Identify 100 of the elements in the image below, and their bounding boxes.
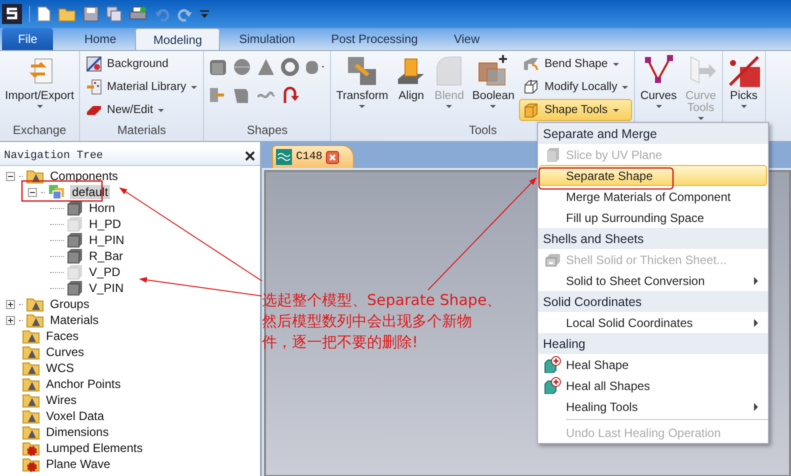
torus-icon[interactable] [280,57,300,77]
group-label: Shapes [246,123,288,137]
folder-icon [22,408,40,424]
menu-item[interactable]: Local Solid Coordinates [539,312,767,333]
overlapping-squares-icon [477,55,510,87]
tree-item[interactable]: Plane Wave [44,457,112,471]
menu-heading: Separate and Merge [538,123,768,144]
document-tab[interactable]: C148 [272,145,354,168]
folder-icon [26,312,44,328]
menu-heading: Healing [538,333,768,354]
ribbon-tab[interactable]: View [436,28,497,50]
ribbon-button[interactable]: Transform [333,53,392,110]
cube-icon[interactable] [208,57,228,77]
ribbon-button[interactable]: Bend Shape [519,53,632,75]
ribbon-button[interactable]: Import/Export [2,53,78,110]
ribbon-tab[interactable]: Post Processing [314,28,435,50]
folder-icon [22,360,40,376]
expand-toggle[interactable] [6,316,15,324]
ribbon-button[interactable]: Material Library [82,76,202,98]
tree-item[interactable]: Groups [48,297,92,311]
app-logo-icon [2,4,22,24]
tree-item[interactable]: Anchor Points [44,377,123,391]
copy-icon[interactable] [106,6,122,22]
cube-icon [523,79,540,95]
customize-menu-icon[interactable] [200,9,209,19]
menu-heading: Shells and Sheets [538,228,768,249]
ribbon-button[interactable]: New/Edit [82,99,202,121]
folder-icon [26,168,44,184]
folder-gear-icon [22,440,40,456]
cone-icon[interactable] [256,57,276,77]
folder-gear-icon [22,456,40,472]
tree-item[interactable]: V_PIN [87,281,126,295]
tree-item[interactable]: H_PD [87,217,124,231]
heal-icon [544,356,562,373]
ribbon-button[interactable]: Curves [637,53,680,110]
ribbon-button[interactable]: Align [393,53,430,104]
sphere-icon[interactable] [232,57,252,77]
tree-item[interactable]: WCS [44,361,76,375]
tree-item[interactable]: Dimensions [44,425,111,439]
ribbon-button[interactable]: Shape Tools [519,99,632,121]
heal-icon [544,377,562,394]
tree-item[interactable]: Horn [87,201,118,215]
menu-item[interactable]: Solid to Sheet Conversion [539,270,767,291]
tree-item[interactable]: Components [48,169,120,183]
block-icon [546,146,560,162]
folder-icon [22,392,40,408]
new-document-icon[interactable] [37,6,51,22]
collapse-toggle[interactable] [6,172,15,180]
group-label: Tools [468,123,497,137]
ribbon-button[interactable]: Picks [724,53,763,110]
tree-item[interactable]: V_PD [87,265,122,279]
ribbon-button[interactable]: Background [82,53,202,75]
panel-title: Navigation Tree [4,150,104,162]
folder-icon [26,296,44,312]
tree-item[interactable]: Curves [44,345,86,359]
tree-item[interactable]: R_Bar [87,249,126,263]
folder-icon [22,344,40,360]
document-tab-label: C148 [296,151,322,163]
tree-item[interactable]: Lumped Elements [44,441,145,455]
folder-icon [22,376,40,392]
menu-heading: Solid Coordinates [538,291,768,312]
tree-item[interactable]: Wires [44,393,79,407]
print-icon[interactable] [129,6,147,22]
save-icon[interactable] [83,6,99,22]
ribbon-button[interactable]: Modify Locally [519,76,632,98]
menu-item[interactable]: Fill up Surrounding Space [539,207,767,228]
tree-item[interactable]: H_PIN [87,233,126,247]
folder-icon [22,328,40,344]
annotation-text: 选起整个模型、Separate Shape、 然后模型数列中会出现多个新物 件，逐一把不要的删除! [262,290,502,353]
cubes-icon [48,184,66,200]
waves-icon [276,149,292,165]
tree-item[interactable]: Materials [48,313,101,327]
tree-item[interactable]: Voxel Data [44,409,106,423]
bent-block-icon [523,56,540,72]
collapse-toggle[interactable] [28,188,37,196]
ribbon-tab[interactable]: File [2,28,54,50]
menu-item[interactable]: Heal all Shapes [539,375,767,396]
menu-item[interactable]: Merge Materials of Component [539,186,767,207]
grid-arrow-icon [86,79,102,95]
expand-toggle[interactable] [6,300,15,308]
menu-item[interactable]: Heal Shape [539,354,767,375]
rounded-block-icon [434,55,464,87]
group-label: Exchange [12,123,66,137]
block-icon [523,102,540,118]
ribbon-button[interactable]: Boolean [469,53,518,110]
ribbon-tab[interactable]: Simulation [222,28,312,50]
picture-icon [86,56,102,72]
ribbon-tab[interactable]: Home [67,28,134,50]
ribbon-tab[interactable]: Modeling [135,28,220,50]
menu-item[interactable]: Healing Tools [539,396,767,417]
redo-icon[interactable] [177,6,193,22]
group-label: Materials [117,123,166,137]
close-icon[interactable] [326,150,340,164]
close-icon[interactable] [244,150,256,162]
menu-item[interactable]: Separate Shape [539,165,767,186]
folder-icon [22,424,40,440]
squares-icon [346,55,378,87]
tree-item[interactable]: Faces [44,329,81,343]
folder-icon[interactable] [58,6,76,22]
hollow-block-icon [545,252,561,266]
